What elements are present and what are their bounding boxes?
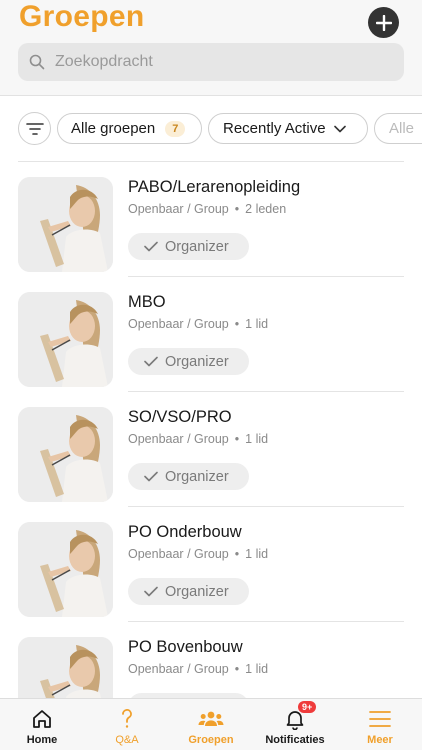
chevron-down-icon bbox=[333, 125, 346, 133]
check-icon bbox=[144, 471, 158, 482]
group-name: SO/VSO/PRO bbox=[128, 408, 232, 426]
tab-more[interactable]: Meer bbox=[338, 699, 422, 750]
sort-dropdown[interactable]: Recently Active bbox=[208, 113, 368, 144]
all-groups-count: 7 bbox=[165, 120, 186, 137]
meta-separator: • bbox=[234, 202, 240, 216]
group-meta: Openbaar / Group • 1 lid bbox=[128, 547, 268, 561]
add-group-button[interactable] bbox=[368, 7, 399, 38]
list-item[interactable]: PO Onderbouw Openbaar / Group • 1 lid Organi… bbox=[0, 507, 422, 622]
tab-bar: Home Q&A Groepen 9+ Notificaties Meer bbox=[0, 698, 422, 750]
filter-lines-icon bbox=[25, 122, 44, 135]
more-filter-label: Alle bbox=[389, 120, 415, 137]
tab-home-label: Home bbox=[26, 734, 58, 746]
sort-label: Recently Active bbox=[223, 120, 326, 137]
group-visibility: Openbaar / Group bbox=[128, 432, 229, 446]
group-avatar bbox=[18, 522, 113, 617]
group-members: 1 lid bbox=[245, 432, 269, 446]
group-avatar bbox=[18, 407, 113, 502]
bell-icon: 9+ bbox=[284, 701, 317, 731]
tab-groups[interactable]: Groepen bbox=[169, 699, 253, 750]
check-icon bbox=[144, 586, 158, 597]
group-members: 2 leden bbox=[245, 202, 287, 216]
list-item[interactable]: PABO/Lerarenopleiding Openbaar / Group • 2 … bbox=[0, 162, 422, 277]
group-visibility: Openbaar / Group bbox=[128, 547, 229, 561]
tab-groups-label: Groepen bbox=[188, 734, 234, 746]
list-item[interactable]: MBO Openbaar / Group • 1 lid Organizer bbox=[0, 277, 422, 392]
check-icon bbox=[144, 356, 158, 367]
group-name: MBO bbox=[128, 293, 166, 311]
all-groups-label: Alle groepen bbox=[71, 120, 156, 137]
search-placeholder: Zoekopdracht bbox=[55, 53, 153, 70]
group-members: 1 lid bbox=[245, 547, 269, 561]
question-icon bbox=[120, 707, 134, 731]
group-avatar bbox=[18, 292, 113, 387]
group-name: PABO/Lerarenopleiding bbox=[128, 178, 301, 196]
tab-notifications-label: Notificaties bbox=[265, 734, 325, 746]
header: Groepen Zoekopdracht bbox=[0, 0, 422, 96]
meta-separator: • bbox=[234, 432, 240, 446]
check-icon bbox=[144, 241, 158, 252]
filter-bar: Alle groepen 7 Recently Active Alle bbox=[0, 112, 422, 146]
organizer-badge: Organizer bbox=[128, 233, 249, 260]
group-meta: Openbaar / Group • 1 lid bbox=[128, 317, 268, 331]
organizer-badge: Organizer bbox=[128, 348, 249, 375]
tab-home[interactable]: Home bbox=[0, 699, 84, 750]
organizer-label: Organizer bbox=[165, 583, 229, 600]
search-icon bbox=[29, 54, 45, 70]
notification-badge: 9+ bbox=[298, 701, 317, 713]
group-members: 1 lid bbox=[245, 317, 269, 331]
tab-more-label: Meer bbox=[367, 734, 393, 746]
group-visibility: Openbaar / Group bbox=[128, 202, 229, 216]
group-visibility: Openbaar / Group bbox=[128, 662, 229, 676]
home-icon bbox=[31, 707, 53, 731]
organizer-badge: Organizer bbox=[128, 578, 249, 605]
organizer-badge: Organizer bbox=[128, 463, 249, 490]
group-name: PO Onderbouw bbox=[128, 523, 242, 541]
organizer-label: Organizer bbox=[165, 468, 229, 485]
group-meta: Openbaar / Group • 1 lid bbox=[128, 662, 268, 676]
group-members: 1 lid bbox=[245, 662, 269, 676]
plus-icon bbox=[375, 14, 392, 31]
list-item[interactable]: SO/VSO/PRO Openbaar / Group • 1 lid Organize… bbox=[0, 392, 422, 507]
meta-separator: • bbox=[234, 662, 240, 676]
meta-separator: • bbox=[234, 317, 240, 331]
group-name: PO Bovenbouw bbox=[128, 638, 243, 656]
more-filter-chip[interactable]: Alle bbox=[374, 113, 422, 144]
search-input[interactable]: Zoekopdracht bbox=[18, 43, 404, 81]
users-group-icon bbox=[198, 707, 224, 731]
menu-lines-icon bbox=[369, 707, 391, 731]
page-title: Groepen bbox=[19, 0, 145, 33]
group-avatar bbox=[18, 177, 113, 272]
group-meta: Openbaar / Group • 2 leden bbox=[128, 202, 286, 216]
all-groups-chip[interactable]: Alle groepen 7 bbox=[57, 113, 202, 144]
tab-qa[interactable]: Q&A bbox=[85, 699, 169, 750]
group-meta: Openbaar / Group • 1 lid bbox=[128, 432, 268, 446]
group-visibility: Openbaar / Group bbox=[128, 317, 229, 331]
tab-notifications[interactable]: 9+ Notificaties bbox=[253, 699, 337, 750]
organizer-label: Organizer bbox=[165, 238, 229, 255]
tab-qa-label: Q&A bbox=[115, 734, 139, 746]
meta-separator: • bbox=[234, 547, 240, 561]
filter-button[interactable] bbox=[18, 112, 51, 145]
organizer-label: Organizer bbox=[165, 353, 229, 370]
